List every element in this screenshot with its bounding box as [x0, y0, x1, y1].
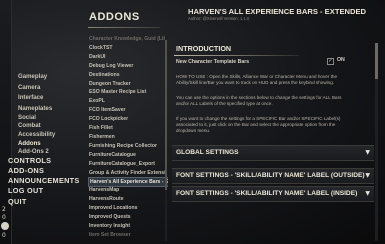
- addon-list-item[interactable]: Group & Activity Finder Extensions: [88, 169, 167, 177]
- menu-item-add-ons[interactable]: ADD-ONS: [8, 166, 44, 175]
- menu-item-social[interactable]: Social: [18, 114, 36, 121]
- how-to-use-text: HOW TO USE : Open the Skills, Alliance W…: [176, 74, 338, 86]
- section-label: GLOBAL SETTINGS: [176, 149, 239, 156]
- addon-list-item[interactable]: DarkUI: [88, 53, 167, 61]
- menu-item-interface[interactable]: Interface: [18, 94, 43, 101]
- options-info-text: You can use the options in the sections …: [176, 95, 342, 107]
- chevron-down-icon[interactable]: ▼: [365, 172, 370, 179]
- menu-item-add-ons-2[interactable]: Add-Ons 2: [18, 148, 49, 155]
- addon-list-item[interactable]: FurnitureCatalogue_Export: [88, 160, 167, 168]
- addon-list-item[interactable]: ExoPL: [88, 97, 167, 105]
- addon-list-item[interactable]: Destinations: [88, 71, 167, 79]
- rail-counter: 2: [2, 206, 6, 213]
- main-menu: Gameplay Camera Interface Nameplates Social C…: [8, 0, 88, 244]
- addon-list: Character Knowledge, Guid (LibLib...Cloc…: [88, 29, 168, 244]
- addon-list-item[interactable]: Improved Quests: [88, 213, 167, 221]
- addon-list-item[interactable]: Item Set Browser: [88, 231, 167, 239]
- menu-item-announcements[interactable]: ANNOUNCEMENTS: [8, 176, 80, 185]
- divider: [88, 27, 160, 28]
- section-label: FONT SETTINGS - 'SKILL/ABILITY NAME' LAB…: [176, 172, 365, 179]
- addon-list-scroll-thumb[interactable]: [165, 40, 167, 190]
- addon-settings-panel: HARVEN'S ALL EXPERIENCE BARS - EXTENDED …: [172, 0, 380, 244]
- introduction-header: INTRODUCTION: [172, 44, 380, 56]
- addon-list-item[interactable]: FCO Lockpicker: [88, 115, 167, 123]
- menu-item-quit[interactable]: QUIT: [8, 197, 27, 206]
- addon-list-item[interactable]: Fish Fillet: [88, 124, 167, 132]
- menu-item-accessibility[interactable]: Accessibility: [18, 131, 55, 138]
- addon-list-item[interactable]: ClockTST: [88, 44, 167, 52]
- addon-list-item[interactable]: HarvensRoute: [88, 195, 167, 203]
- addon-list-item[interactable]: Inventory Insight: [88, 222, 167, 230]
- menu-item-camera[interactable]: Camera: [18, 84, 40, 91]
- addon-list-item[interactable]: Fishermen: [88, 133, 167, 141]
- menu-item-log-out[interactable]: LOG OUT: [8, 186, 43, 195]
- menu-item-addons[interactable]: Addons: [18, 140, 41, 147]
- divider: [174, 55, 299, 56]
- addon-title: HARVEN'S ALL EXPERIENCE BARS - EXTENDED: [188, 7, 367, 16]
- addon-list-item[interactable]: Improved Locations: [88, 204, 167, 212]
- panel-scroll-thumb[interactable]: [375, 43, 378, 79]
- chevron-down-icon[interactable]: ▼: [365, 149, 370, 156]
- menu-item-nameplates[interactable]: Nameplates: [18, 105, 52, 112]
- addon-list-item[interactable]: Debug Log Viewer: [88, 62, 167, 70]
- addon-list-item[interactable]: Character Knowledge, Guid (LibLib...: [88, 35, 167, 43]
- new-character-template-label: New Character Template Bars: [176, 59, 250, 65]
- new-character-template-toggle[interactable]: ✓ ON: [327, 57, 357, 65]
- addon-list-item[interactable]: Dungeon Tracker: [88, 80, 167, 88]
- addon-list-item[interactable]: HarvensMap: [88, 186, 167, 194]
- addon-list-item[interactable]: Furnishing Recipe Collector: [88, 142, 167, 150]
- addon-list-item[interactable]: ESO Master Recipe List: [88, 88, 167, 96]
- addon-list-item[interactable]: FurnitureCatalogue: [88, 151, 167, 159]
- rail-counter: 0: [2, 214, 6, 221]
- font-settings-outside-section[interactable]: FONT SETTINGS - 'SKILL/ABILITY NAME' LAB…: [172, 168, 374, 184]
- global-settings-section[interactable]: GLOBAL SETTINGS ▼: [172, 145, 374, 161]
- introduction-label: INTRODUCTION: [176, 44, 232, 53]
- rail-counter: 0: [2, 232, 6, 239]
- addon-list-item[interactable]: FCO ItemSaver: [88, 106, 167, 114]
- toggle-label: ON: [337, 57, 345, 63]
- section-label: FONT SETTINGS - 'SKILL/ABILITY NAME' LAB…: [176, 190, 358, 197]
- menu-item-combat[interactable]: Combat: [18, 122, 41, 129]
- specific-bar-info-text: If you want to change the settings for a…: [176, 116, 341, 134]
- addon-author: Author: @Xinerwill Version: 1.1.0: [188, 16, 250, 21]
- addons-title: ADDONS: [89, 11, 140, 23]
- checkbox[interactable]: ✓: [327, 58, 334, 65]
- menu-item-controls[interactable]: CONTROLS: [8, 156, 51, 165]
- menu-item-gameplay[interactable]: Gameplay: [18, 73, 47, 80]
- chevron-down-icon[interactable]: ▼: [365, 190, 370, 197]
- font-settings-inside-section[interactable]: FONT SETTINGS - 'SKILL/ABILITY NAME' LAB…: [172, 186, 374, 202]
